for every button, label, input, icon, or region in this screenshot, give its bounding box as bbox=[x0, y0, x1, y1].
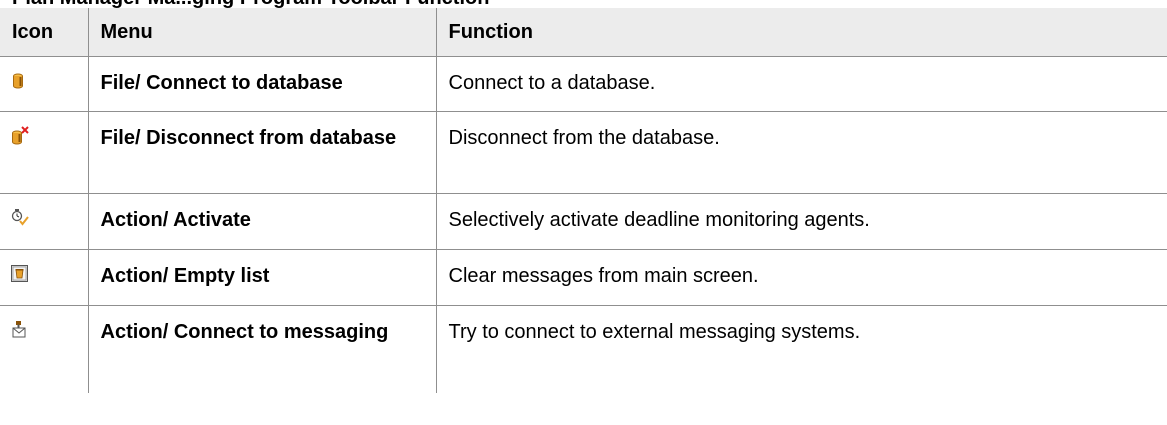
column-header-function: Function bbox=[435, 8, 1167, 57]
function-cell: Clear messages from main screen. bbox=[435, 248, 1167, 306]
activate-agent-icon bbox=[11, 208, 29, 226]
table-row: Action/ Empty list Clear messages from m… bbox=[0, 248, 1167, 306]
section-heading: Plan Manager Ma...ging Program Toolbar F… bbox=[12, 0, 489, 8]
database-connect-icon bbox=[13, 73, 23, 88]
database-disconnect-icon bbox=[12, 125, 29, 144]
function-table: Icon Menu Function File/ Connect to data… bbox=[0, 8, 1167, 393]
menu-cell: Action/ Activate bbox=[87, 192, 437, 250]
function-cell: Selectively activate deadline monitoring… bbox=[435, 192, 1167, 250]
connect-messaging-icon bbox=[12, 320, 26, 337]
table-row: Action/ Connect to messaging Try to conn… bbox=[0, 304, 1167, 393]
empty-list-icon bbox=[11, 264, 28, 282]
icon-cell bbox=[0, 55, 89, 112]
icon-cell bbox=[0, 192, 89, 250]
column-header-menu: Menu bbox=[87, 8, 437, 57]
function-cell: Connect to a database. bbox=[435, 55, 1167, 112]
icon-cell bbox=[0, 304, 89, 393]
menu-cell: File/ Connect to database bbox=[87, 55, 437, 112]
column-header-icon: Icon bbox=[0, 8, 89, 57]
table-header-row: Icon Menu Function bbox=[0, 8, 1167, 57]
table-row: Action/ Activate Selectively activate de… bbox=[0, 192, 1167, 250]
icon-cell bbox=[0, 110, 89, 194]
icon-cell bbox=[0, 248, 89, 306]
function-cell: Disconnect from the database. bbox=[435, 110, 1167, 194]
function-cell: Try to connect to external messaging sys… bbox=[435, 304, 1167, 393]
table-row: File/ Connect to database Connect to a d… bbox=[0, 55, 1167, 112]
menu-cell: Action/ Empty list bbox=[87, 248, 437, 306]
menu-cell: File/ Disconnect from database bbox=[87, 110, 437, 194]
menu-cell: Action/ Connect to messaging bbox=[87, 304, 437, 393]
table-row: File/ Disconnect from database Disconnec… bbox=[0, 110, 1167, 194]
